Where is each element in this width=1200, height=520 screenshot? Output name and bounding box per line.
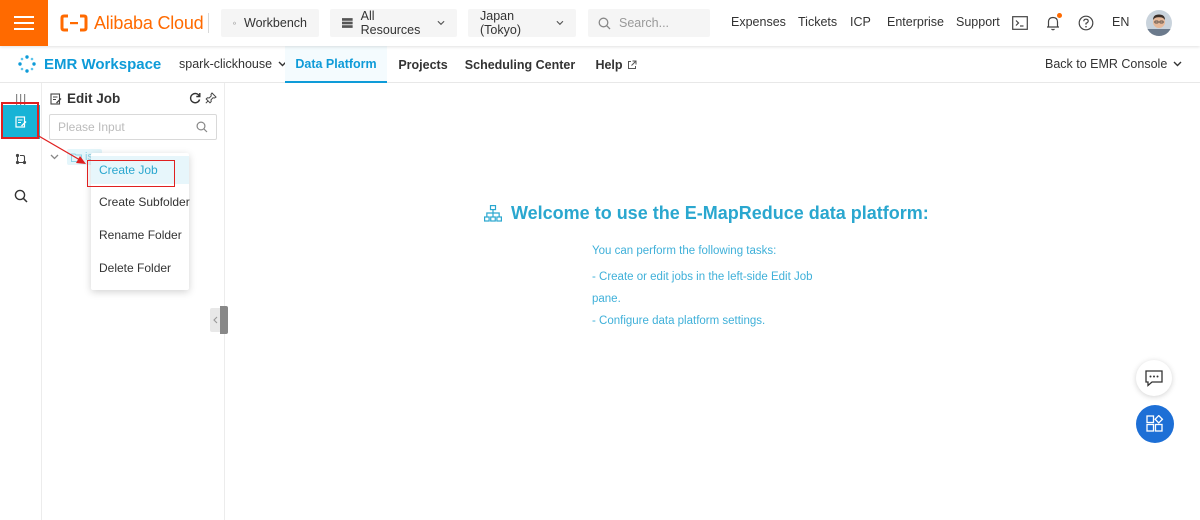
avatar[interactable] [1146,10,1172,36]
divider [208,13,209,33]
menu-item-rename-folder[interactable]: Rename Folder [91,221,189,249]
back-to-emr-console-dropdown[interactable]: Back to EMR Console [1045,57,1182,71]
back-to-console-label: Back to EMR Console [1045,57,1168,71]
workbench-button[interactable]: Workbench [221,9,319,37]
folder-icon [71,153,82,162]
hierarchy-icon [484,205,502,222]
tab-data-platform[interactable]: Data Platform [285,46,387,83]
welcome-line: You can perform the following tasks: [592,245,777,257]
search-icon [14,189,28,203]
folder-context-menu: Create Job Create Subfolder Rename Folde… [91,153,190,290]
search-icon [598,17,611,29]
search-icon [196,121,208,133]
panel-collapse-handle[interactable] [210,306,228,334]
notifications-button[interactable] [1043,13,1063,33]
support-link[interactable]: Support [956,15,1000,29]
workbench-label: Workbench [244,16,307,30]
welcome-title: Welcome to use the E-MapReduce data plat… [511,203,929,223]
welcome-line: pane. [592,293,621,305]
chevron-left-icon [212,316,217,324]
edit-job-icon [50,92,62,105]
panel-title: Edit Job [67,91,121,106]
cluster-dropdown[interactable]: spark-clickhouse [179,57,287,71]
refresh-icon[interactable] [189,92,201,104]
edit-job-panel: Edit Job iss [42,83,225,520]
hamburger-icon [14,16,34,30]
tab-help-label: Help [595,57,623,72]
expenses-link[interactable]: Expenses [731,15,786,29]
job-search-input[interactable] [58,120,188,134]
external-link-icon [627,60,637,69]
top-navigation-bar: Alibaba Cloud Workbench All Resources Ja… [0,0,1200,46]
resources-icon [342,18,353,28]
question-icon [1078,15,1094,31]
emr-workspace-logo[interactable]: EMR Workspace [18,55,161,73]
workflow-icon [15,153,27,165]
region-dropdown[interactable]: Japan (Tokyo) [468,9,576,37]
cluster-name: spark-clickhouse [179,57,273,71]
chat-icon [1145,369,1163,387]
collapse-handle-bar [220,306,228,334]
rail-workflow-button[interactable] [2,142,40,176]
notification-dot [1057,13,1062,18]
welcome-line: - Create or edit jobs in the left-side E… [592,271,813,283]
menu-item-create-job[interactable]: Create Job [91,156,189,184]
language-switch[interactable]: EN [1112,15,1129,29]
chat-support-button[interactable] [1136,360,1172,396]
cloud-shell-button[interactable] [1010,13,1030,33]
pin-icon[interactable] [205,92,217,104]
job-search-field[interactable] [49,114,217,140]
home-icon [233,21,236,25]
enterprise-link[interactable]: Enterprise [887,15,944,29]
tab-projects[interactable]: Projects [392,46,454,83]
all-resources-label: All Resources [360,9,421,37]
left-icon-rail [0,83,42,520]
region-label: Japan (Tokyo) [480,9,521,37]
welcome-heading: Welcome to use the E-MapReduce data plat… [484,203,929,224]
edit-job-icon [15,116,27,128]
global-search[interactable] [588,9,710,37]
welcome-line: - Configure data platform settings. [592,315,766,327]
apps-grid-icon [1146,415,1164,432]
collapse-handle-tab [210,308,220,332]
apps-launcher-button[interactable] [1136,405,1174,443]
rail-edit-job-button[interactable] [2,105,40,139]
terminal-icon [1012,16,1028,30]
chevron-down-icon [1173,61,1182,67]
brand-name: Alibaba Cloud [94,12,204,33]
workspace-navigation-bar: EMR Workspace spark-clickhouse Data Plat… [0,46,1200,83]
tab-scheduling-center[interactable]: Scheduling Center [465,46,575,83]
chevron-down-icon[interactable] [50,154,59,160]
panel-header: Edit Job [50,91,120,106]
emr-logo-icon [18,55,36,73]
alibaba-cloud-logo-icon [60,14,88,32]
user-avatar-icon [1146,10,1172,36]
hamburger-menu-button[interactable] [0,0,48,46]
icp-link[interactable]: ICP [850,15,871,29]
tab-help[interactable]: Help [590,46,642,83]
menu-item-create-subfolder[interactable]: Create Subfolder [91,188,190,216]
chevron-down-icon [437,20,445,26]
all-resources-dropdown[interactable]: All Resources [330,9,457,37]
menu-item-delete-folder[interactable]: Delete Folder [91,254,189,282]
help-button[interactable] [1076,13,1096,33]
alibaba-cloud-logo[interactable]: Alibaba Cloud [60,11,204,35]
rail-search-button[interactable] [2,179,40,213]
chevron-down-icon [556,20,564,26]
workspace-title: EMR Workspace [44,55,162,73]
tickets-link[interactable]: Tickets [798,15,837,29]
global-search-input[interactable] [619,16,699,30]
panel-tools [189,92,217,104]
